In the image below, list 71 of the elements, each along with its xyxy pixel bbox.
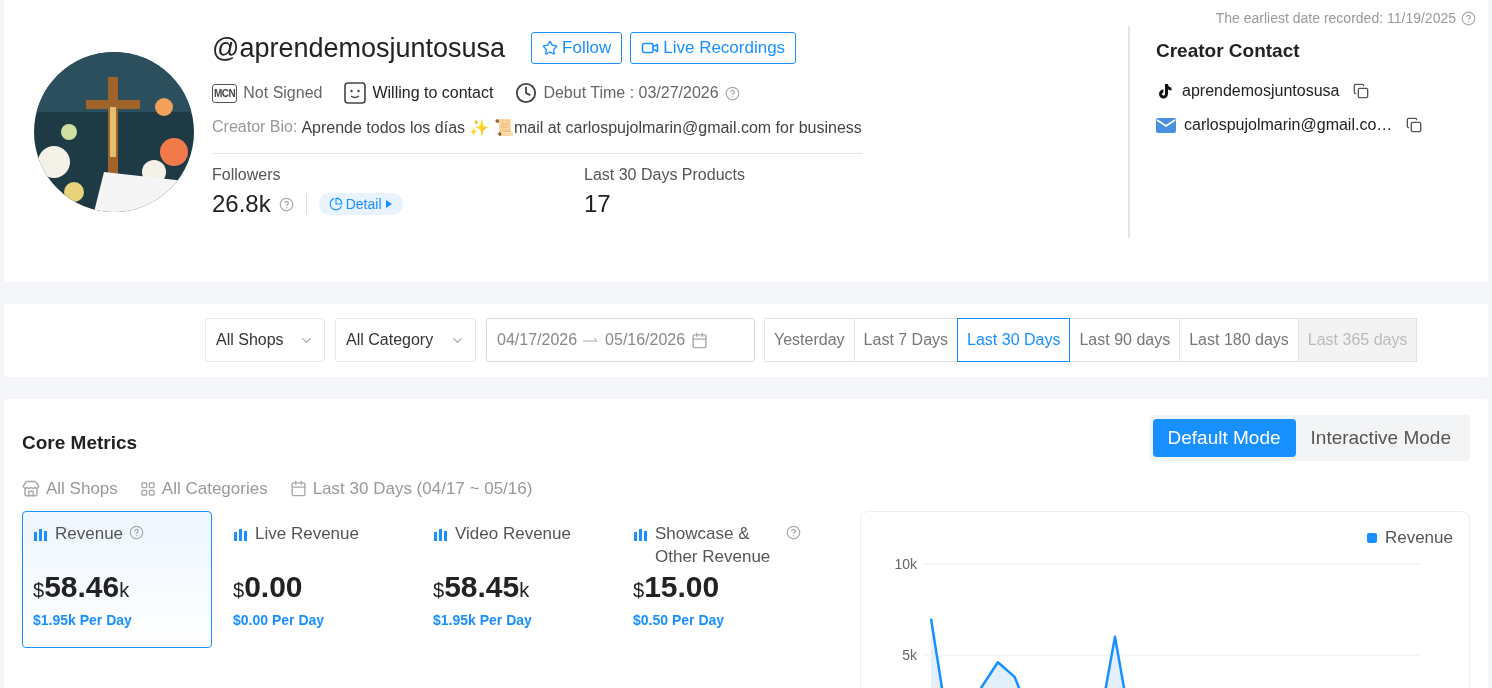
bio-label: Creator Bio: (212, 118, 298, 137)
mcn-badge: MCN (212, 83, 238, 103)
creator-handle: @aprendemosjuntosusa (212, 32, 506, 64)
metric-card[interactable]: Revenue $58.46k $1.95k Per Day (22, 510, 212, 648)
section-title: Core Metrics (22, 431, 138, 454)
per-day-value: $0.00 Per Day (233, 611, 326, 628)
category-select[interactable]: All Category (335, 318, 476, 363)
shop-select[interactable]: All Shops (205, 318, 325, 363)
axis-label: 10k (894, 555, 917, 572)
detail-button[interactable]: Detail (318, 193, 403, 215)
calendar-icon (289, 480, 307, 498)
legend-label: Revenue (1384, 527, 1453, 548)
help-icon[interactable] (278, 196, 294, 212)
debut-time: Debut Time : 03/27/2026 (543, 84, 719, 102)
legend-swatch (1366, 532, 1377, 543)
follow-button[interactable]: Follow (531, 32, 623, 64)
metric-value: $0.00 (233, 569, 304, 604)
help-icon[interactable] (129, 524, 145, 540)
star-icon (542, 40, 559, 56)
mode-tab[interactable]: Default Mode (1152, 418, 1296, 457)
per-day-value: $1.95k Per Day (433, 611, 533, 628)
range-tab[interactable]: Last 90 days (1069, 318, 1181, 363)
store-icon (22, 479, 40, 498)
bio-text: Aprende todos los días ✨ 📜mail at carlospujolmarin@gmail.com for business (301, 118, 862, 137)
range-tab[interactable]: Yesterday (764, 318, 855, 363)
contact-text: carlospujolmarin@gmail.co… (1184, 116, 1393, 134)
bar-chart-icon (233, 526, 249, 541)
metric-label: Live Revenue (255, 522, 359, 545)
earliest-date: The earliest date recorded: 11/19/2025 (1215, 10, 1456, 26)
range-tab[interactable]: Last 180 days (1179, 318, 1299, 363)
help-icon[interactable] (724, 85, 740, 101)
metric-value: $15.00 (633, 569, 721, 604)
date-range-field[interactable]: 04/17/2026 05/16/2026 (486, 318, 755, 363)
range-tab[interactable]: Last 30 Days (957, 318, 1071, 363)
pie-chart-icon (328, 197, 343, 211)
metric-label: Revenue (55, 522, 124, 545)
filter-summary: Last 30 Days (04/17 ~ 05/16) (312, 478, 533, 499)
contact-status: Willing to contact (372, 84, 494, 102)
metric-value: $58.45k (433, 569, 531, 604)
stat-value: 17 (584, 190, 611, 218)
filter-summary: All Shops (46, 478, 118, 499)
axis-label: 5k (902, 646, 917, 663)
stat-label: Followers (212, 166, 282, 184)
clock-icon (515, 82, 538, 104)
metric-value: $58.46k (33, 569, 131, 604)
range-tab[interactable]: Last 7 Days (853, 318, 959, 363)
triangle-icon (384, 199, 393, 209)
help-icon[interactable] (1461, 10, 1476, 26)
calendar-icon (691, 331, 709, 349)
stat-label: Last 30 Days Products (584, 166, 746, 184)
contact-title: Creator Contact (1156, 40, 1301, 62)
metric-label: Showcase & Other Revenue (655, 522, 772, 568)
per-day-value: $1.95k Per Day (33, 611, 133, 628)
bar-chart-icon (33, 526, 49, 541)
help-icon[interactable] (786, 524, 801, 540)
live-recordings-button[interactable]: Live Recordings (630, 32, 797, 64)
face-icon (344, 82, 367, 104)
mcn-status: Not Signed (243, 84, 323, 102)
stat-value: 26.8k (212, 190, 271, 218)
bar-chart-icon (433, 526, 449, 541)
copy-icon[interactable] (1406, 117, 1423, 133)
copy-icon[interactable] (1353, 83, 1370, 99)
envelope-icon (1156, 117, 1176, 133)
mode-tab[interactable]: Interactive Mode (1295, 418, 1466, 457)
grid-icon (139, 480, 156, 497)
per-day-value: $0.50 Per Day (633, 611, 726, 628)
music-note-icon (1156, 82, 1174, 100)
contact-text: aprendemosjuntosusa (1182, 82, 1340, 100)
metric-label: Video Revenue (455, 522, 571, 545)
filter-summary: All Categories (161, 478, 268, 499)
bar-chart-icon (633, 526, 649, 541)
